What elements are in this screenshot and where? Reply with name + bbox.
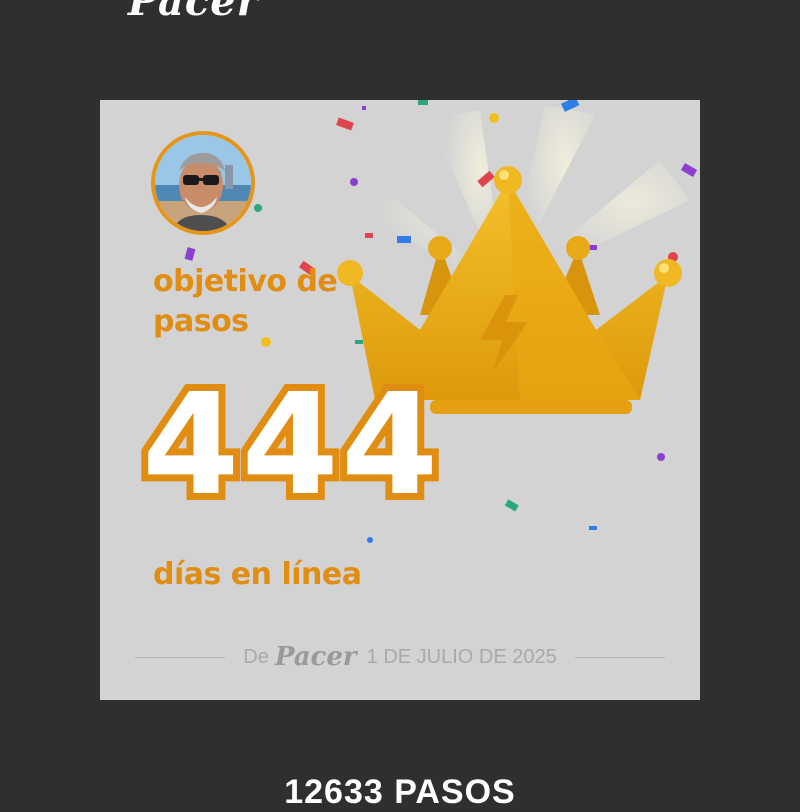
goal-title: objetivo de pasos: [153, 264, 338, 339]
pacer-logo: Pacer: [128, 0, 259, 25]
footer-by: De: [243, 645, 269, 668]
steps-caption: 12633 PASOS: [284, 773, 516, 811]
achievement-card: objetivo de pasos 444 días en línea De P…: [100, 100, 700, 700]
footer-divider-left: [135, 656, 226, 658]
footer-date: 1 DE JULIO DE 2025: [366, 645, 557, 668]
footer-divider-right: [574, 656, 666, 658]
card-footer: De Pacer 1 DE JULIO DE 2025: [135, 642, 666, 672]
streak-count: 444: [135, 359, 445, 533]
footer-brand: Pacer: [274, 642, 357, 672]
avatar: [151, 131, 255, 235]
streak-label: días en línea: [153, 557, 362, 592]
